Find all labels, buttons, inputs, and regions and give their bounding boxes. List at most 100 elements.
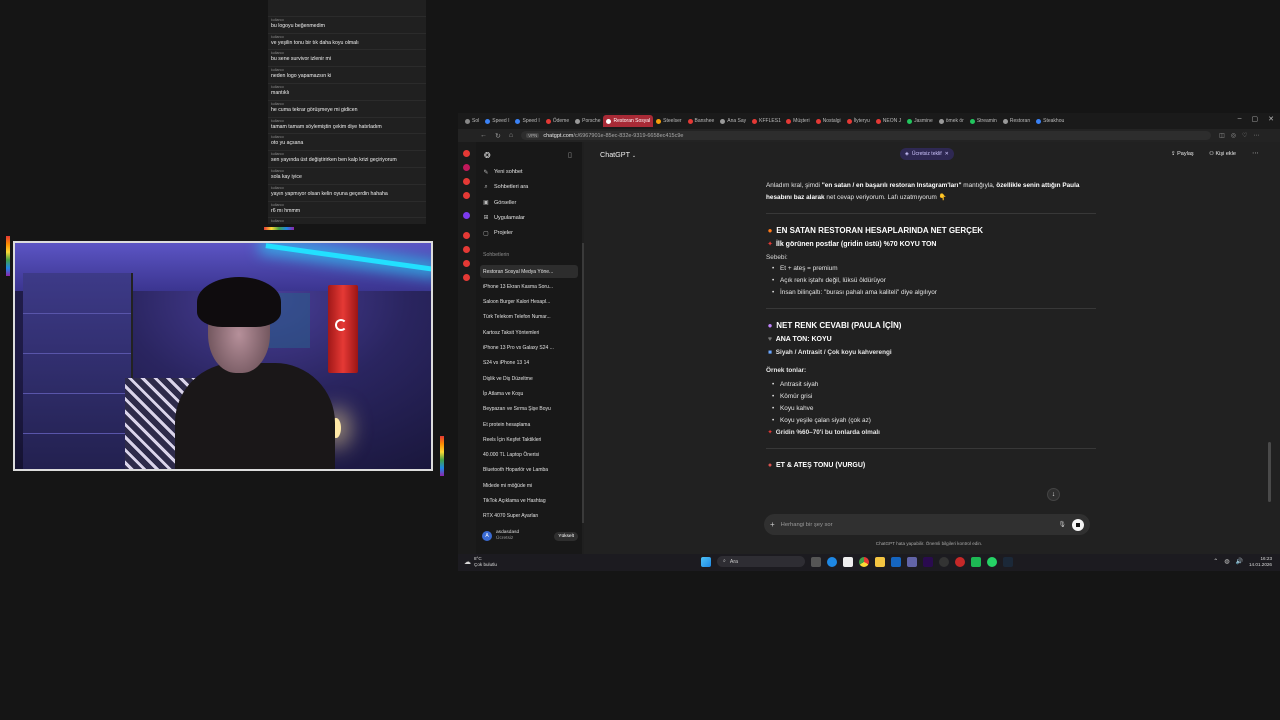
browser-tab[interactable]: Ödeme (543, 115, 572, 127)
volume-icon[interactable]: 🔊 (1236, 558, 1243, 565)
browser-tab[interactable]: Nostalgi (813, 115, 844, 127)
microphone-icon[interactable]: 🎙 (1058, 521, 1066, 528)
more-options-icon[interactable]: ⋯ (1252, 149, 1259, 157)
edge-icon[interactable] (827, 556, 837, 567)
sidebar-item-4[interactable]: ⊞ Uygulamalar (482, 212, 524, 224)
minimize-icon[interactable]: – (1238, 115, 1242, 123)
browser-tab[interactable]: Restoran Sosyal (603, 115, 654, 127)
browser-tab[interactable]: Ana Say (717, 115, 749, 127)
windows-start-icon[interactable] (701, 556, 711, 567)
conversation-item[interactable]: TikTok Açıklama ve Hashtag (480, 495, 578, 508)
scroll-down-button[interactable]: ↓ (1047, 488, 1060, 501)
conversation-item[interactable]: Restoran Sosyal Medya Yöne... (480, 265, 578, 278)
extension-icon[interactable]: ◫ (1219, 132, 1225, 139)
meat-icon: ● (767, 461, 773, 469)
store-icon[interactable] (843, 556, 853, 567)
rail-app-icon[interactable] (463, 212, 470, 219)
conversation-item[interactable]: Beypazarı ve Sırma Şişe Boyu (480, 403, 578, 416)
reload-icon[interactable]: ↻ (495, 132, 501, 140)
conversation-item[interactable]: RTX 4070 Super Ayarları (480, 510, 578, 523)
extension-icon[interactable]: ◎ (1231, 132, 1236, 139)
rail-app-icon[interactable] (463, 246, 470, 253)
stop-generation-button[interactable] (1072, 518, 1084, 531)
chrome-icon[interactable] (859, 556, 869, 567)
conversation-item[interactable]: 40.000 TL Laptop Önerisi (480, 449, 578, 462)
close-icon[interactable]: ✕ (945, 151, 949, 157)
sidebar-item-1[interactable]: ✎ Yeni sohbet (482, 166, 522, 178)
whatsapp-icon[interactable] (987, 556, 997, 567)
weather-widget[interactable]: ☁ 8°C Çok bulutlu (464, 556, 497, 567)
rail-app-icon[interactable] (463, 150, 470, 157)
add-people-button[interactable]: ⚇ Kişi ekle (1209, 151, 1236, 157)
conversation-item[interactable]: Kartosz Taksit Yöntemleri (480, 326, 578, 339)
clock[interactable]: 16:23 14.01.2026 (1249, 556, 1272, 567)
task-view-icon[interactable] (811, 556, 821, 567)
conversation-item[interactable]: Reels İçin Keşfet Taktikleri (480, 433, 578, 446)
model-selector[interactable]: ChatGPT ⌄ (600, 150, 636, 159)
browser-tab[interactable]: Steakhou (1033, 115, 1067, 127)
premiere-icon[interactable] (923, 556, 933, 567)
browser-tab[interactable]: Müşteri (783, 115, 812, 127)
sidebar-item-5[interactable]: ▢ Projeler (482, 227, 513, 239)
conversation-item[interactable]: İp Atlama ve Koşu (480, 387, 578, 400)
sidebar-toggle-icon[interactable]: ▯ (568, 151, 572, 159)
conversation-item[interactable]: Midede mi möğüde mi (480, 479, 578, 492)
conversation-item[interactable]: Saloon Burger Kalori Hesapl... (480, 296, 578, 309)
browser-tab[interactable]: Jasmine (904, 115, 936, 127)
browser-tab[interactable]: Speed I (512, 115, 542, 127)
network-icon[interactable]: ◍ (1224, 558, 1229, 565)
rail-app-icon[interactable] (463, 232, 470, 239)
browser-tab[interactable]: Porsche (572, 115, 603, 127)
sidebar-item-3[interactable]: ▣ Görseller (482, 197, 516, 209)
maximize-icon[interactable]: ▢ (1252, 115, 1259, 123)
chatgpt-logo-icon[interactable]: ❂ (484, 151, 491, 160)
conversation-item[interactable]: S24 vs iPhone 13 14 (480, 357, 578, 370)
rail-app-icon[interactable] (463, 192, 470, 199)
close-icon[interactable]: ✕ (1268, 115, 1274, 123)
steam-icon[interactable] (1003, 556, 1013, 567)
obs-icon[interactable] (939, 556, 949, 567)
rail-app-icon[interactable] (463, 260, 470, 267)
rail-app-icon[interactable] (463, 178, 470, 185)
main-scrollbar[interactable] (1268, 442, 1271, 502)
home-icon[interactable]: ⌂ (509, 132, 513, 139)
bookmark-icon[interactable]: ♡ (1242, 132, 1247, 139)
conversation-item[interactable]: Bluetooth Hoparlör ve Lamba (480, 464, 578, 477)
chevron-up-icon[interactable]: ⌃ (1213, 558, 1218, 565)
address-bar[interactable]: VPN chatgpt.com/c/6967901e-85ec-832e-931… (521, 131, 1212, 140)
browser-tab[interactable]: Banshee (685, 115, 718, 127)
sidebar-item-2[interactable]: ⌕ Sohbetleri ara (482, 181, 528, 193)
browser-tab[interactable]: ömek ör (936, 115, 967, 127)
file-explorer-icon[interactable] (875, 556, 885, 567)
taskbar-search[interactable]: ⌕ Ara (717, 556, 805, 567)
share-button[interactable]: ⇪ Paylaş (1171, 151, 1194, 157)
conversation-item[interactable]: iPhone 13 Ekran Kasma Soru... (480, 280, 578, 293)
upgrade-button[interactable]: Yükselt (554, 531, 578, 541)
conversation-item[interactable]: Et protein hesaplama (480, 418, 578, 431)
back-icon[interactable]: ← (480, 132, 487, 139)
avatar[interactable]: A (482, 531, 492, 541)
browser-tab[interactable]: NEON J (873, 115, 904, 127)
browser-tab[interactable]: KFFLES1 (749, 115, 783, 127)
teams-icon[interactable] (907, 556, 917, 567)
browser-tab[interactable]: Restoran (1000, 115, 1033, 127)
spotify-icon[interactable] (971, 556, 981, 567)
conversation-item[interactable]: iPhone 13 Pro vs Galaxy S24 ... (480, 342, 578, 355)
opera-icon[interactable] (955, 556, 965, 567)
browser-tab[interactable]: Streamin (967, 115, 1000, 127)
conversation-item[interactable]: Türk Telekom Telefon Numar... (480, 311, 578, 324)
outlook-icon[interactable] (891, 556, 901, 567)
browser-tab[interactable]: İlyteryu (844, 115, 873, 127)
user-profile[interactable]: A asdasdasd Ücretsiz Yükselt (482, 527, 578, 545)
browser-tab[interactable]: Speed I (482, 115, 512, 127)
prompt-input[interactable] (780, 521, 1053, 528)
rail-app-icon[interactable] (463, 274, 470, 281)
rail-app-icon[interactable] (463, 164, 470, 171)
vpn-badge[interactable]: VPN (526, 133, 540, 138)
free-offer-pill[interactable]: ◈ Ücretsiz teklif ✕ (900, 148, 954, 160)
browser-tab[interactable]: Steelser (653, 115, 684, 127)
menu-icon[interactable]: ⋯ (1253, 132, 1259, 139)
plus-icon[interactable]: + (770, 520, 775, 529)
browser-tab[interactable]: Sol (462, 115, 482, 127)
conversation-item[interactable]: Dişlik ve Diş Düzeltme (480, 372, 578, 385)
